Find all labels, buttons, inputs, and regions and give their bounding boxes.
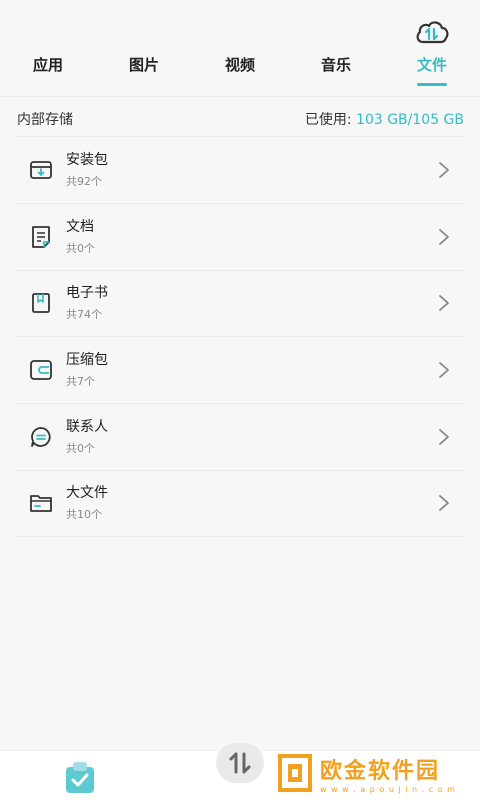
- storage-used-prefix: 已使用:: [304, 112, 352, 128]
- item-title: 联系人: [66, 419, 108, 436]
- item-title: 安装包: [66, 151, 108, 168]
- transfer-arrows-icon: [229, 752, 251, 774]
- list-item-ebooks[interactable]: 电子书 共74个: [16, 269, 464, 337]
- cleaner-bag-icon[interactable]: [60, 759, 100, 795]
- compressed-package-icon: [16, 359, 66, 381]
- file-category-list: 安装包 共92个 文档 共0个 电子书 共74个 压缩包 共7个 联系人 共0个…: [16, 136, 464, 537]
- tab-videos[interactable]: 视频: [192, 52, 288, 86]
- category-tabs: 应用 图片 视频 音乐 文件: [0, 52, 480, 86]
- list-item-archives[interactable]: 压缩包 共7个: [16, 336, 464, 403]
- chevron-right-icon: [424, 294, 464, 312]
- storage-label: 内部存储: [17, 112, 73, 128]
- item-title: 文档: [66, 218, 94, 235]
- top-divider: [0, 96, 480, 97]
- chevron-right-icon: [424, 428, 464, 446]
- tab-music[interactable]: 音乐: [288, 52, 384, 86]
- tab-files[interactable]: 文件: [384, 52, 480, 86]
- chevron-right-icon: [424, 161, 464, 179]
- watermark-logo-icon: [278, 754, 312, 792]
- list-item-contacts[interactable]: 联系人 共0个: [16, 403, 464, 470]
- item-count: 共10个: [66, 508, 102, 522]
- archive-box-icon: [16, 159, 66, 181]
- item-count: 共7个: [66, 375, 95, 389]
- watermark-url: w w w . a p o u j i n . c o m: [320, 784, 456, 794]
- item-count: 共0个: [66, 442, 95, 456]
- item-title: 电子书: [66, 285, 108, 302]
- item-title: 压缩包: [66, 352, 108, 369]
- chevron-right-icon: [424, 361, 464, 379]
- list-item-install-packages[interactable]: 安装包 共92个: [16, 136, 464, 203]
- list-item-large-files[interactable]: 大文件 共10个: [16, 469, 464, 537]
- tab-apps[interactable]: 应用: [0, 52, 96, 86]
- item-count: 共74个: [66, 308, 102, 322]
- watermark-text: 欧金软件园: [320, 758, 441, 784]
- list-item-documents[interactable]: 文档 共0个: [16, 202, 464, 270]
- storage-used: 已使用: 103 GB/105 GB: [305, 109, 464, 129]
- top-bar: 应用 图片 视频 音乐 文件: [0, 0, 480, 96]
- bottom-bar: 欧金软件园 w w w . a p o u j i n . c o m: [0, 743, 480, 800]
- item-title: 大文件: [66, 485, 108, 502]
- tab-images[interactable]: 图片: [96, 52, 192, 86]
- folder-icon: [16, 492, 66, 514]
- chevron-right-icon: [424, 494, 464, 512]
- contact-chat-icon: [16, 425, 66, 449]
- chevron-right-icon: [424, 228, 464, 246]
- item-count: 共0个: [66, 241, 95, 255]
- document-icon: [16, 225, 66, 249]
- transfer-button[interactable]: [216, 743, 264, 783]
- storage-summary: 内部存储 已使用: 103 GB/105 GB: [17, 106, 464, 132]
- item-count: 共92个: [66, 174, 102, 188]
- ebook-icon: [16, 292, 66, 314]
- watermark: 欧金软件园 w w w . a p o u j i n . c o m: [276, 748, 476, 798]
- storage-used-value: 103 GB/105 GB: [356, 112, 464, 128]
- cloud-transfer-icon[interactable]: [414, 16, 450, 46]
